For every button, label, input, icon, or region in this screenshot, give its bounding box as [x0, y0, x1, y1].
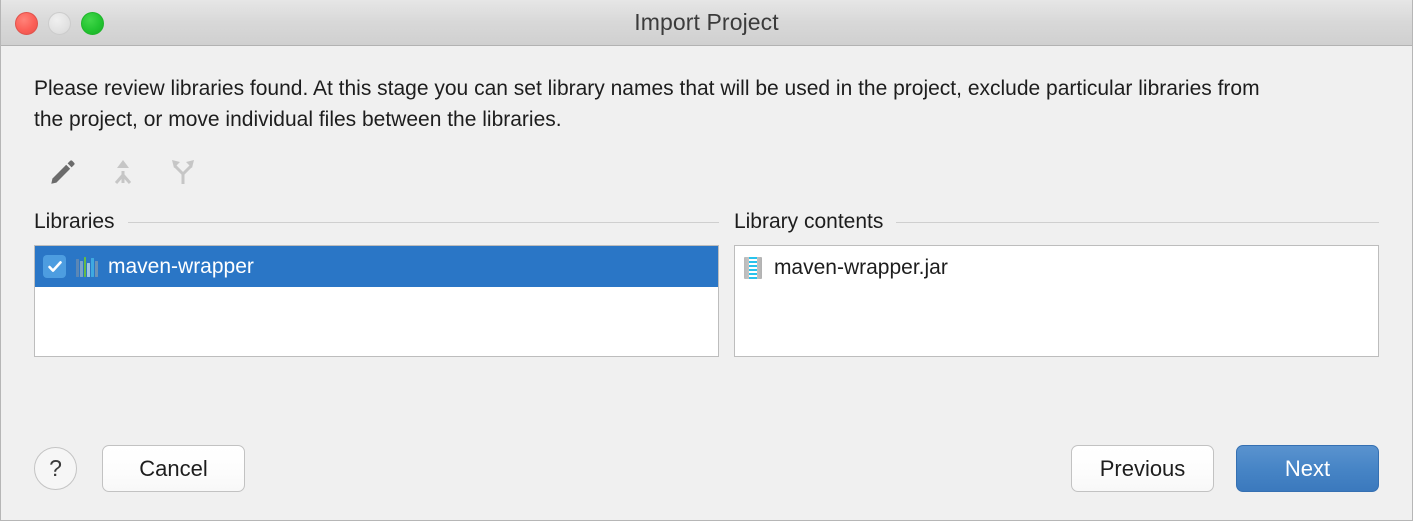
- traffic-light-group: [15, 0, 104, 46]
- split-icon: [168, 157, 198, 190]
- panels-row: Libraries maven-wrapper Library contents…: [34, 208, 1379, 357]
- help-button[interactable]: ?: [34, 447, 77, 490]
- window-title: Import Project: [634, 9, 779, 35]
- previous-button[interactable]: Previous: [1071, 445, 1214, 492]
- import-project-dialog: Import Project Please review libraries f…: [0, 0, 1413, 521]
- window-titlebar: Import Project: [1, 0, 1412, 46]
- dialog-footer: ? Cancel Previous Next: [34, 445, 1379, 492]
- contents-section-header: Library contents: [734, 208, 1379, 236]
- edit-pencil-icon: [48, 157, 78, 190]
- library-checkbox[interactable]: [43, 255, 66, 278]
- instruction-text: Please review libraries found. At this s…: [34, 77, 1260, 131]
- cancel-button[interactable]: Cancel: [102, 445, 245, 492]
- merge-icon: [108, 157, 138, 190]
- minimize-window-button[interactable]: [48, 11, 71, 35]
- contents-title: Library contents: [733, 210, 884, 233]
- merge-libraries-button[interactable]: [104, 154, 142, 192]
- split-library-button[interactable]: [164, 154, 202, 192]
- libraries-panel: Libraries maven-wrapper: [34, 208, 719, 357]
- dialog-content: Please review libraries found. At this s…: [1, 46, 1412, 520]
- edit-pencil-button[interactable]: [44, 154, 82, 192]
- navigation-buttons: Previous Next: [1071, 445, 1379, 492]
- contents-header-rule: [896, 221, 1379, 223]
- libraries-header-rule: [127, 221, 719, 223]
- library-books-icon: [76, 256, 98, 277]
- jar-archive-icon: [743, 257, 762, 279]
- next-button[interactable]: Next: [1236, 445, 1379, 492]
- libraries-list[interactable]: maven-wrapper: [34, 245, 719, 357]
- close-window-button[interactable]: [15, 11, 38, 35]
- list-item[interactable]: maven-wrapper.jar: [735, 246, 1378, 290]
- list-item[interactable]: maven-wrapper: [35, 246, 718, 287]
- library-contents-list[interactable]: maven-wrapper.jar: [733, 245, 1379, 357]
- list-item-label: maven-wrapper: [108, 254, 254, 278]
- libraries-title: Libraries: [34, 210, 115, 233]
- libraries-section-header: Libraries: [34, 208, 719, 236]
- library-contents-panel: Library contents maven-wrapper.jar: [733, 208, 1379, 357]
- library-toolbar: [34, 153, 1379, 193]
- list-item-label: maven-wrapper.jar: [773, 256, 948, 279]
- zoom-window-button[interactable]: [81, 11, 104, 35]
